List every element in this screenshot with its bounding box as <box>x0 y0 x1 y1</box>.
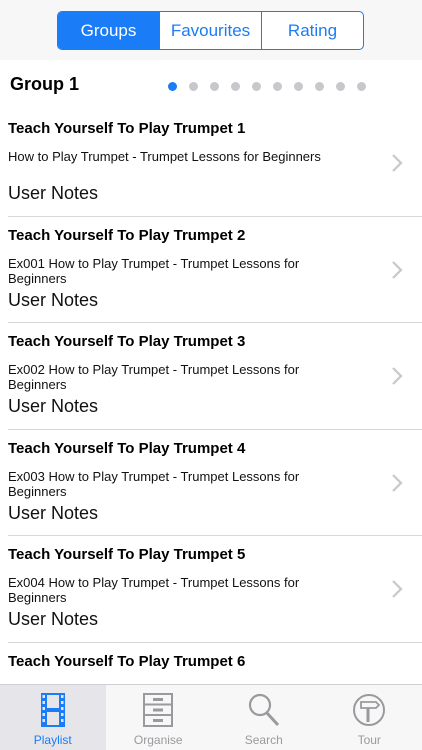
item-title: Teach Yourself To Play Trumpet 3 <box>8 333 246 350</box>
item-title: Teach Yourself To Play Trumpet 1 <box>8 120 246 137</box>
page-dot <box>231 82 240 91</box>
playlist-list: Teach Yourself To Play Trumpet 1 How to … <box>0 110 422 749</box>
tab-tour[interactable]: Tour <box>317 685 422 750</box>
page-dot-active <box>168 82 177 91</box>
chevron-right-icon <box>392 260 403 279</box>
magnifier-icon <box>248 693 279 727</box>
item-notes: User Notes <box>8 183 99 203</box>
page-dot <box>252 82 261 91</box>
tab-organise[interactable]: Organise <box>106 685 212 750</box>
segment-groups[interactable]: Groups <box>58 12 160 49</box>
cabinet-icon <box>143 693 174 727</box>
page-dot <box>273 82 282 91</box>
app-root: Groups Favourites Rating Group 1 Teach Y… <box>0 0 422 750</box>
item-title: Teach Yourself To Play Trumpet 6 <box>8 652 246 670</box>
item-notes: User Notes <box>8 502 99 523</box>
tab-bar: Playlist Organise Search Tour <box>0 684 422 750</box>
page-dot <box>315 82 324 91</box>
item-subtitle: Ex002 How to Play Trumpet - Trumpet Less… <box>8 362 300 392</box>
chevron-right-icon <box>392 154 403 172</box>
item-title: Teach Yourself To Play Trumpet 4 <box>8 439 246 457</box>
tab-playlist[interactable]: Playlist <box>0 685 106 750</box>
page-dot <box>189 82 198 91</box>
tab-label: Playlist <box>33 733 72 747</box>
list-item[interactable]: Teach Yourself To Play Trumpet 5 Ex004 H… <box>0 536 422 643</box>
item-subtitle: Ex004 How to Play Trumpet - Trumpet Less… <box>8 575 300 605</box>
item-subtitle: How to Play Trumpet - Trumpet Lessons fo… <box>8 149 321 164</box>
tab-label: Search <box>244 733 283 747</box>
top-bar: Groups Favourites Rating <box>0 0 422 60</box>
page-dot <box>210 82 219 91</box>
page-dot <box>294 82 303 91</box>
list-item[interactable]: Teach Yourself To Play Trumpet 3 Ex002 H… <box>0 323 422 430</box>
group-title: Group 1 <box>10 74 80 94</box>
item-subtitle: Ex003 How to Play Trumpet - Trumpet Less… <box>8 468 300 499</box>
page-indicator[interactable] <box>168 82 378 91</box>
list-item[interactable]: Teach Yourself To Play Trumpet 1 How to … <box>0 110 422 217</box>
tab-label: Tour <box>357 733 381 747</box>
item-title: Teach Yourself To Play Trumpet 5 <box>8 546 246 563</box>
item-notes: User Notes <box>8 289 99 310</box>
item-subtitle: Ex001 How to Play Trumpet - Trumpet Less… <box>8 255 300 286</box>
segment-rating[interactable]: Rating <box>262 12 363 49</box>
chevron-right-icon <box>392 473 403 492</box>
group-header: Group 1 <box>0 60 422 110</box>
chevron-right-icon <box>392 367 403 385</box>
tab-search[interactable]: Search <box>211 685 317 750</box>
tab-label: Organise <box>133 733 183 747</box>
segmented-control: Groups Favourites Rating <box>57 11 364 50</box>
page-dot <box>357 82 366 91</box>
item-notes: User Notes <box>8 609 99 629</box>
signpost-icon <box>353 694 386 726</box>
list-item[interactable]: Teach Yourself To Play Trumpet 4 Ex003 H… <box>0 430 422 537</box>
item-notes: User Notes <box>8 396 99 416</box>
chevron-right-icon <box>392 580 403 598</box>
segment-favourites[interactable]: Favourites <box>160 12 262 49</box>
film-strip-icon <box>40 693 65 727</box>
page-dot <box>336 82 345 91</box>
list-item[interactable]: Teach Yourself To Play Trumpet 2 Ex001 H… <box>0 217 422 324</box>
item-title: Teach Yourself To Play Trumpet 2 <box>8 226 246 244</box>
